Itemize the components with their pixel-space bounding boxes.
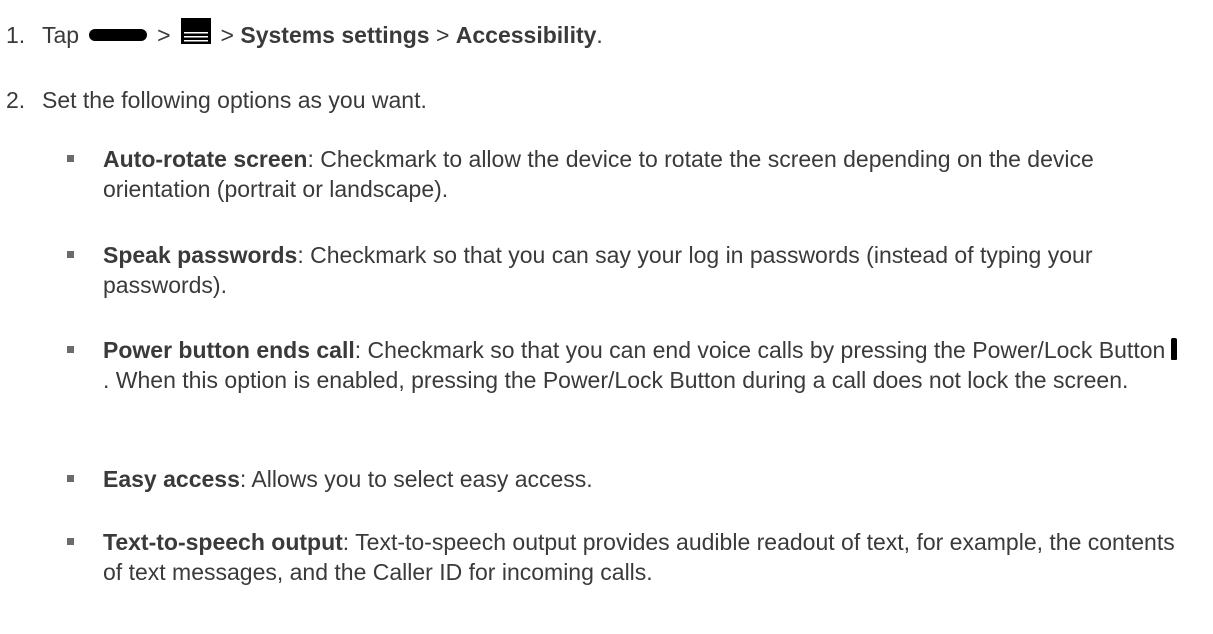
- bullet-mark: [67, 155, 74, 162]
- list-item: Speak passwords: Checkmark so that you c…: [67, 240, 1183, 300]
- bullet-mark: [67, 346, 74, 353]
- tap-label: Tap: [42, 22, 80, 48]
- home-button-icon: [89, 28, 148, 41]
- power-lock-button-icon: [1171, 337, 1178, 360]
- option-title: Speak passwords: [103, 242, 298, 268]
- separator: >: [435, 22, 450, 48]
- separator: >: [157, 22, 171, 48]
- bullet-mark: [67, 251, 74, 258]
- step-2: 2. Set the following options as you want.: [6, 85, 427, 115]
- option-title: Easy access: [103, 466, 240, 492]
- list-item: Power button ends call: Checkmark so tha…: [67, 335, 1183, 395]
- systems-settings-label: Systems settings: [240, 22, 430, 48]
- document: 1. Tap > > Systems settings > Accessibility…: [0, 0, 1213, 634]
- list-item: Text-to-speech output: Text-to-speech ou…: [67, 527, 1183, 587]
- option-title: Text-to-speech output: [103, 529, 343, 555]
- step-end-punct: .: [596, 22, 603, 48]
- bullet-mark: [67, 475, 74, 482]
- list-item: Auto-rotate screen: Checkmark to allow t…: [67, 144, 1183, 204]
- step-1: 1. Tap > > Systems settings > Accessibility…: [6, 17, 603, 50]
- accessibility-label: Accessibility: [455, 22, 597, 48]
- option-desc: : Allows you to select easy access.: [239, 466, 593, 492]
- option-desc: : Checkmark so that you can end voice ca…: [354, 337, 1166, 363]
- option-desc: . When this option is enabled, pressing …: [103, 367, 1129, 393]
- bullet-mark: [67, 538, 74, 545]
- option-title: Power button ends call: [103, 337, 355, 363]
- step-number: 2.: [6, 87, 26, 113]
- separator: >: [220, 22, 234, 48]
- step-text: Set the following options as you want.: [42, 87, 427, 113]
- list-item: Easy access: Allows you to select easy a…: [67, 464, 1183, 494]
- option-title: Auto-rotate screen: [103, 146, 308, 172]
- step-number: 1.: [6, 22, 26, 48]
- menu-icon: [180, 17, 211, 44]
